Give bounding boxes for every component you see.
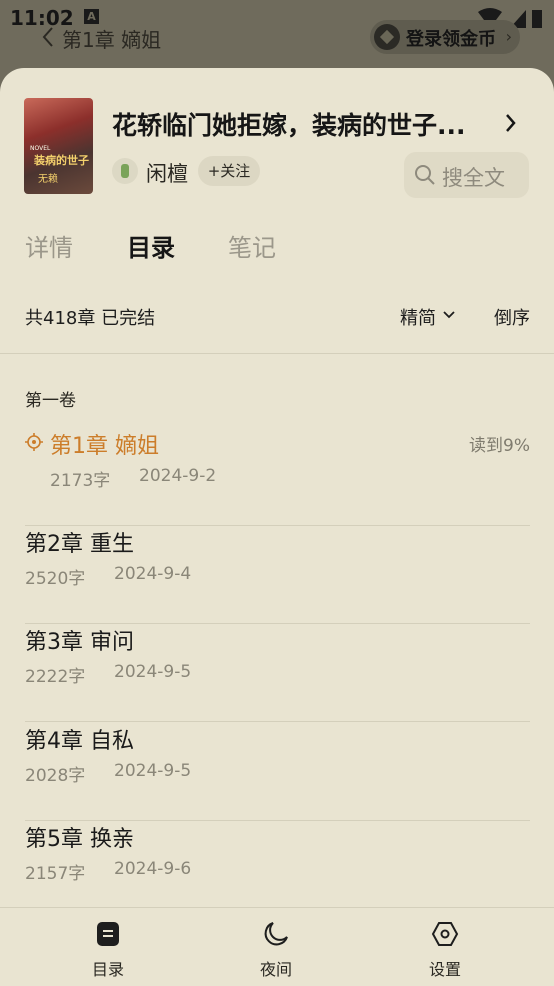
sort-order-button[interactable]: 倒序: [494, 304, 530, 330]
tab-bar: 详情 目录 笔记: [0, 228, 554, 272]
chapter-item[interactable]: 第2章 重生 2520字 2024-9-4: [25, 526, 530, 624]
nav-catalog-label: 目录: [91, 960, 124, 979]
tab-catalog[interactable]: 目录: [127, 228, 175, 263]
login-coin-button[interactable]: 登录领金币 ›: [370, 20, 520, 54]
cover-subtitle-text: 无赖: [38, 174, 58, 185]
search-fulltext-button[interactable]: 搜全文: [404, 152, 529, 198]
chapter-word-count: 2157字: [25, 864, 86, 884]
moon-icon: [264, 922, 288, 946]
chapter-date: 2024-9-5: [114, 761, 192, 781]
chapter-date: 2024-9-5: [114, 662, 192, 682]
cover-title-text: 装病的世子: [34, 154, 89, 167]
search-icon: [415, 165, 435, 185]
chapter-name: 第4章 自私: [25, 729, 134, 754]
chapter-count-status: 共418章 已完结: [25, 308, 156, 329]
chapter-date: 2024-9-2: [139, 466, 217, 486]
chapter-date: 2024-9-6: [114, 859, 192, 879]
chapter-word-count: 2520字: [25, 569, 86, 589]
reader-chapter-title: 第1章 嫡姐: [62, 28, 162, 52]
charset-toggle[interactable]: 精简: [400, 304, 436, 330]
read-progress: 读到9%: [469, 436, 530, 456]
catalog-sheet: NOVEL 装病的世子 无赖 花轿临门她拒嫁，装病的世子... 闲檀 +关注 搜…: [0, 68, 554, 985]
current-location-icon: [25, 433, 43, 451]
chapter-word-count: 2222字: [25, 667, 86, 687]
follow-button[interactable]: +关注: [198, 156, 260, 186]
chapter-word-count: 2173字: [50, 471, 111, 491]
volume-heading: 第一卷: [25, 391, 76, 411]
chevron-right-icon[interactable]: [500, 110, 520, 136]
catalog-meta-row: 共418章 已完结 精简 倒序: [0, 302, 554, 332]
tab-details[interactable]: 详情: [25, 228, 73, 263]
chapter-date: 2024-9-4: [114, 564, 192, 584]
tab-notes[interactable]: 笔记: [228, 228, 276, 263]
nav-night-label: 夜间: [259, 960, 292, 979]
chapter-name: 第3章 审问: [25, 630, 134, 655]
chevron-right-icon: ›: [505, 27, 512, 46]
chapter-name: 第1章 嫡姐: [50, 434, 159, 459]
author-avatar[interactable]: [112, 158, 138, 184]
nav-settings-label: 设置: [428, 960, 461, 979]
nav-night-mode[interactable]: 夜间: [226, 908, 326, 986]
book-title[interactable]: 花轿临门她拒嫁，装病的世子...: [112, 106, 466, 142]
nav-catalog[interactable]: 目录: [58, 908, 158, 986]
chapter-item[interactable]: 第5章 换亲 2157字 2024-9-6: [25, 821, 530, 919]
cover-small-text: NOVEL: [30, 145, 51, 152]
nav-settings[interactable]: 设置: [395, 908, 495, 986]
chapter-item[interactable]: 第4章 自私 2028字 2024-9-5: [25, 723, 530, 821]
divider: [25, 721, 530, 722]
chapter-word-count: 2028字: [25, 766, 86, 786]
back-chevron-icon[interactable]: [34, 22, 64, 52]
chapter-item-current[interactable]: 第1章 嫡姐 读到9% 2173字 2024-9-2: [25, 428, 530, 526]
divider: [0, 353, 554, 354]
bottom-nav: 目录 夜间 设置: [0, 907, 554, 986]
reader-top-bar: 第1章 嫡姐 登录领金币 ›: [0, 20, 554, 56]
chapter-item[interactable]: 第3章 审问 2222字 2024-9-5: [25, 624, 530, 722]
coin-icon: [374, 24, 400, 50]
author-name[interactable]: 闲檀: [146, 158, 188, 188]
book-cover[interactable]: NOVEL 装病的世子 无赖: [24, 98, 93, 194]
chevron-down-icon[interactable]: [442, 310, 456, 320]
hexagon-settings-icon: [431, 922, 459, 946]
login-coin-label: 登录领金币: [406, 29, 496, 50]
chapter-name: 第5章 换亲: [25, 827, 134, 852]
search-label: 搜全文: [442, 166, 505, 190]
catalog-icon: [97, 922, 119, 946]
chapter-name: 第2章 重生: [25, 532, 134, 557]
